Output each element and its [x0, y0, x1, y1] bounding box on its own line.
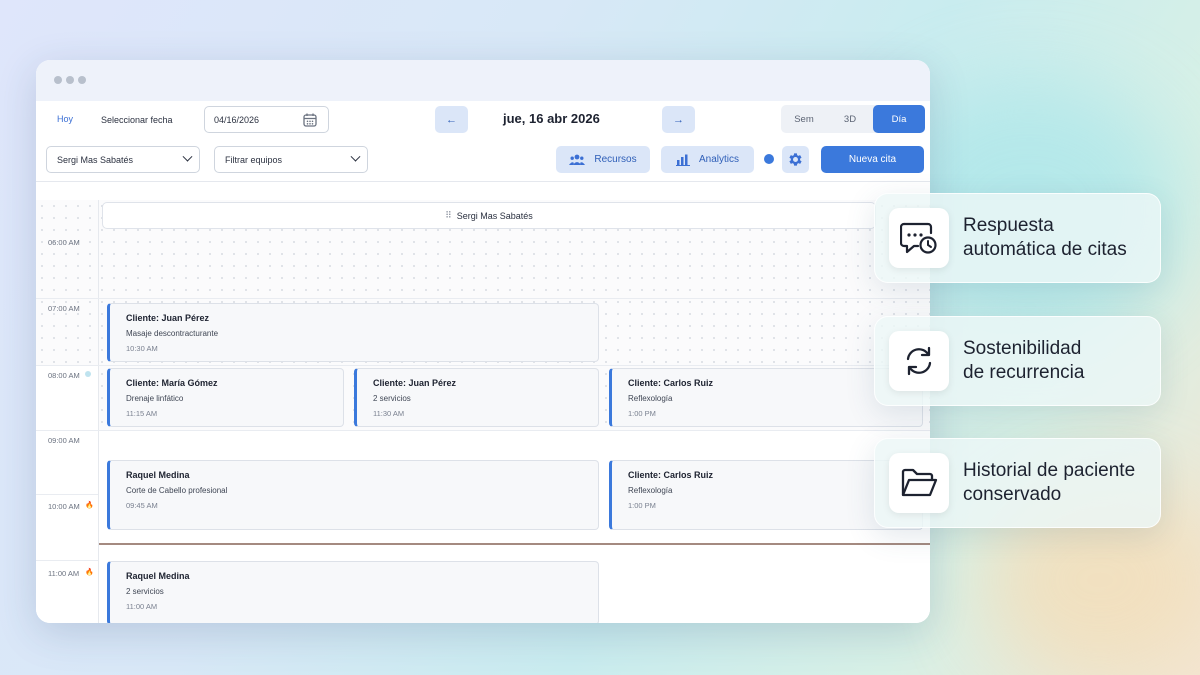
resources-label: Recursos — [594, 154, 637, 165]
staff-select-value: Sergi Mas Sabatés — [57, 154, 134, 165]
current-time-line — [99, 543, 930, 545]
arrow-left-icon: ← — [446, 113, 457, 126]
arrow-right-icon: → — [673, 113, 684, 126]
appointment-service: 2 servicios — [126, 587, 164, 596]
appointment-card[interactable]: Cliente: Juan Pérez 2 servicios 11:30 AM — [354, 368, 599, 427]
feature-card-auto-reply: Respuesta automática de citas — [874, 193, 1161, 283]
equipment-select[interactable]: Filtrar equipos — [214, 146, 368, 173]
hour-line — [36, 298, 930, 299]
feature-subtitle: automática de citas — [963, 239, 1127, 260]
appointment-title: Raquel Medina — [126, 470, 190, 480]
resources-button[interactable]: Recursos — [556, 146, 650, 173]
feature-title: Respuesta — [963, 215, 1054, 236]
appointment-title: Cliente: Juan Pérez — [126, 313, 210, 323]
calendar-icon — [303, 113, 317, 127]
folder-icon — [889, 453, 949, 513]
today-link[interactable]: Hoy — [57, 114, 73, 124]
app-window: Hoy Seleccionar fecha 04/16/2026 ← jue, … — [36, 60, 930, 623]
status-dot — [764, 154, 774, 164]
resource-name: Sergi Mas Sabatés — [456, 210, 533, 221]
select-date-label: Seleccionar fecha — [101, 115, 173, 125]
toolbar-divider — [36, 181, 930, 182]
next-day-button[interactable]: → — [662, 106, 695, 133]
feature-card-recurrence: Sostenibilidad de recurrencia — [874, 316, 1161, 406]
hour-line — [36, 560, 98, 561]
settings-button[interactable] — [782, 146, 809, 173]
view-day-tab[interactable]: Día — [873, 105, 925, 133]
staff-select[interactable]: Sergi Mas Sabatés — [46, 146, 200, 173]
appointment-time: 11:00 AM — [126, 602, 158, 611]
window-dot — [54, 76, 62, 84]
hour-label: 11:00 AM — [48, 569, 80, 578]
feature-card-history: Historial de paciente conservado — [874, 438, 1161, 528]
hour-label: 09:00 AM — [48, 436, 80, 445]
date-value: 04/16/2026 — [214, 114, 260, 125]
appointment-service: Corte de Cabello profesional — [126, 486, 228, 495]
current-date-title: jue, 16 abr 2026 — [503, 111, 600, 126]
new-appointment-button[interactable]: Nueva cita — [821, 146, 924, 173]
appointment-time: 11:30 AM — [373, 409, 405, 418]
now-indicator-icon — [85, 371, 91, 377]
feature-title: Sostenibilidad — [963, 338, 1082, 359]
appointment-card[interactable]: Cliente: María Gómez Drenaje linfático 1… — [107, 368, 344, 427]
bar-chart-icon — [675, 154, 690, 166]
drag-handle-icon: ⠿ — [445, 210, 452, 220]
flame-icon: 🔥 — [85, 569, 94, 576]
feature-subtitle: conservado — [963, 484, 1062, 505]
appointment-time: 1:00 PM — [628, 409, 656, 418]
hour-label: 06:00 AM — [48, 238, 80, 247]
hour-label: 07:00 AM — [48, 304, 80, 313]
appointment-service: Drenaje linfático — [126, 394, 184, 403]
prev-day-button[interactable]: ← — [435, 106, 468, 133]
feature-title: Historial de paciente — [963, 460, 1136, 481]
hour-label: 10:00 AM — [48, 502, 80, 511]
hour-line — [36, 430, 930, 431]
flame-icon: 🔥 — [85, 502, 94, 509]
appointment-time: 11:15 AM — [126, 409, 158, 418]
appointment-title: Cliente: María Gómez — [126, 378, 218, 388]
appointment-title: Cliente: Juan Pérez — [373, 378, 457, 388]
window-dot — [78, 76, 86, 84]
equipment-select-value: Filtrar equipos — [225, 154, 283, 165]
chevron-down-icon — [182, 151, 193, 162]
appointment-card[interactable]: Raquel Medina 2 servicios 11:00 AM — [107, 561, 599, 623]
appointment-card[interactable]: Cliente: Juan Pérez Masaje descontractur… — [107, 303, 599, 362]
appointment-service: 2 servicios — [373, 394, 411, 403]
hour-label: 08:00 AM — [48, 371, 80, 380]
title-bar — [36, 60, 930, 101]
gear-icon — [789, 153, 802, 166]
chat-clock-icon — [889, 208, 949, 268]
view-week-tab[interactable]: Sem — [781, 105, 827, 133]
feature-subtitle: de recurrencia — [963, 362, 1085, 383]
resource-header[interactable]: ⠿ Sergi Mas Sabatés — [102, 202, 876, 229]
window-dot — [66, 76, 74, 84]
view-switcher: Sem 3D Día — [781, 105, 925, 133]
view-3day-tab[interactable]: 3D — [827, 105, 873, 133]
analytics-label: Analytics — [698, 154, 739, 165]
appointment-time: 09:45 AM — [126, 501, 158, 510]
hour-line — [36, 494, 98, 495]
appointment-time: 10:30 AM — [126, 344, 158, 353]
analytics-button[interactable]: Analytics — [661, 146, 754, 173]
users-icon — [569, 154, 586, 165]
refresh-icon — [889, 331, 949, 391]
chevron-down-icon — [350, 151, 361, 162]
appointment-card[interactable]: Raquel Medina Corte de Cabello profesion… — [107, 460, 599, 530]
appointment-service: Masaje descontracturante — [126, 329, 219, 338]
hour-line — [36, 365, 930, 366]
date-input[interactable]: 04/16/2026 — [204, 106, 329, 133]
appointment-title: Raquel Medina — [126, 571, 190, 581]
